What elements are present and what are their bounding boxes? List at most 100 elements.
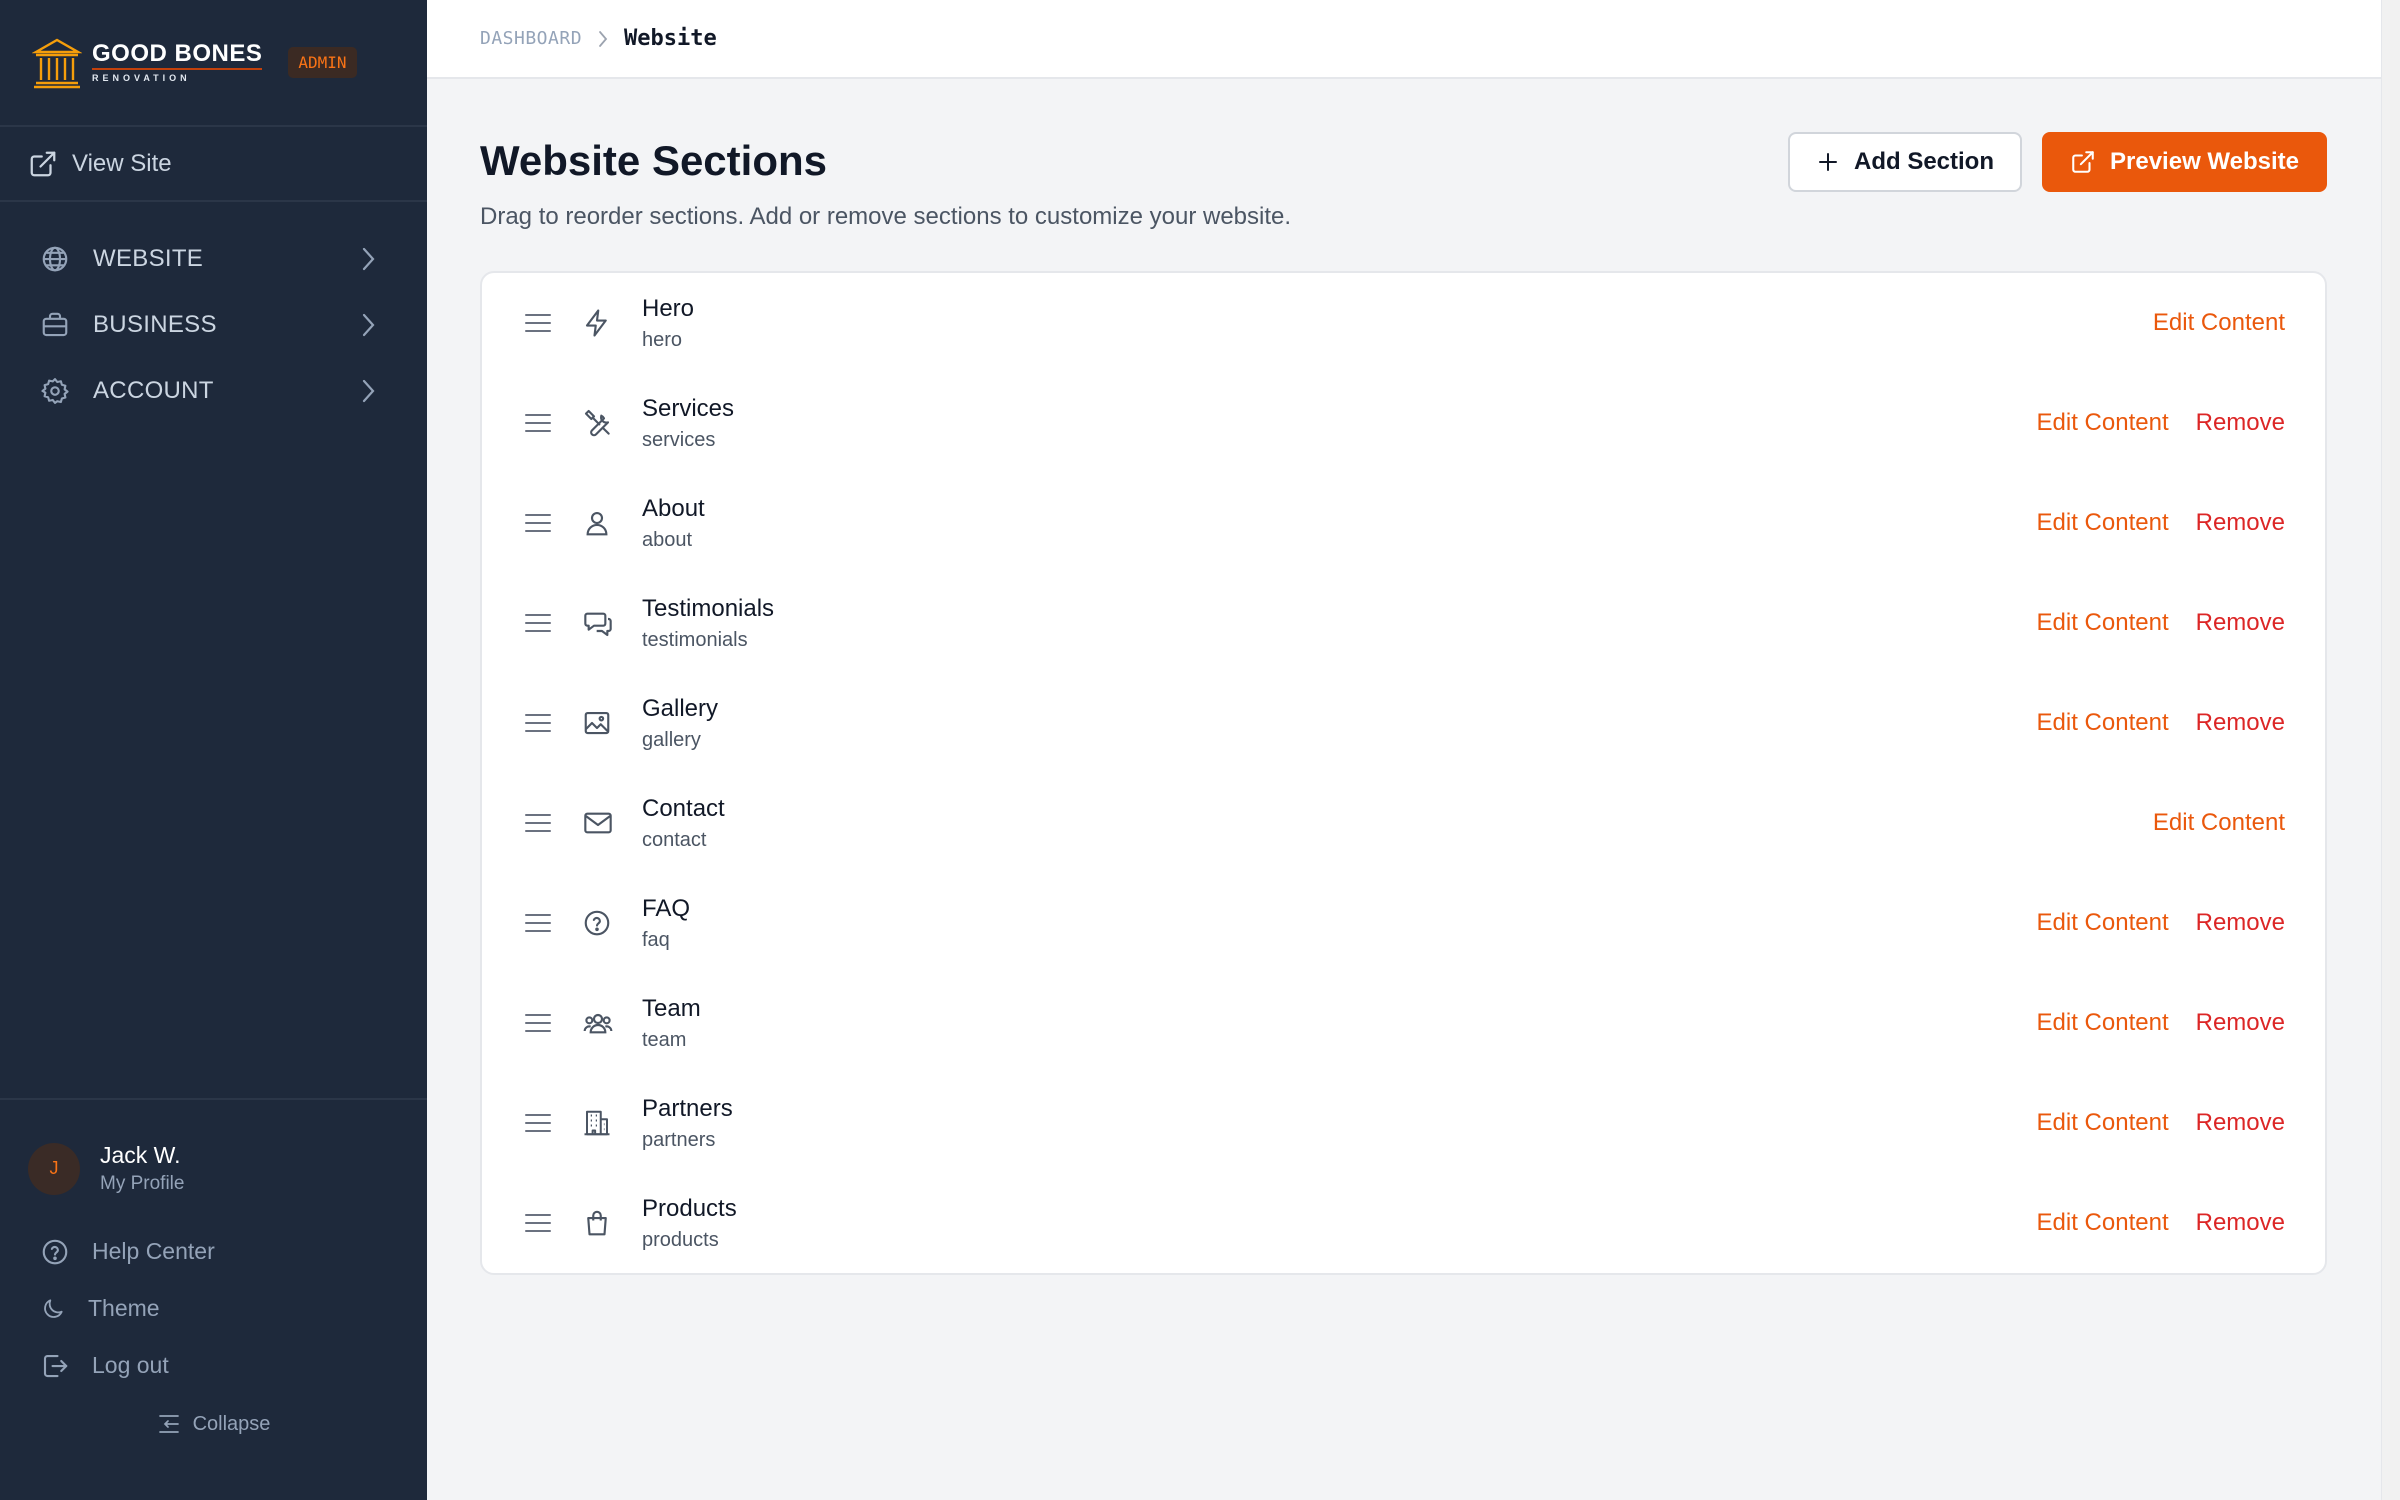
envelope-icon <box>584 812 612 834</box>
preview-website-button[interactable]: Preview Website <box>2042 132 2327 192</box>
remove-button[interactable]: Remove <box>2196 609 2285 637</box>
drag-handle-icon[interactable] <box>524 912 554 934</box>
remove-button[interactable]: Remove <box>2196 1009 2285 1037</box>
brand-subtitle: RENOVATION <box>92 73 191 83</box>
section-row-faq[interactable]: FAQ faq Edit Content Remove <box>482 873 2325 973</box>
section-key: faq <box>642 928 670 951</box>
section-row-testimonials[interactable]: Testimonials testimonials Edit Content R… <box>482 573 2325 673</box>
drag-handle-icon[interactable] <box>524 1012 554 1034</box>
brand-header: GOOD BONES RENOVATION ADMIN <box>0 0 427 127</box>
section-title: Hero <box>642 294 695 322</box>
section-key: partners <box>642 1128 716 1151</box>
drag-handle-icon[interactable] <box>524 712 554 734</box>
section-title: Contact <box>642 794 725 822</box>
section-row-hero[interactable]: Hero hero Edit Content <box>482 273 2325 373</box>
logout-button[interactable]: Log out <box>0 1337 427 1394</box>
view-site-link[interactable]: View Site <box>0 127 427 202</box>
collapse-label: Collapse <box>192 1412 271 1435</box>
drag-handle-icon[interactable] <box>524 312 554 334</box>
building-columns-icon <box>32 38 82 88</box>
collapse-sidebar-button[interactable]: Collapse <box>0 1412 427 1436</box>
sidebar-item-business[interactable]: BUSINESS <box>0 292 427 358</box>
main-content: Website Sections Drag to reorder section… <box>480 79 2327 1275</box>
theme-toggle[interactable]: Theme <box>0 1280 427 1337</box>
sidebar-item-website[interactable]: WEBSITE <box>0 226 427 292</box>
drag-handle-icon[interactable] <box>524 1112 554 1134</box>
drag-handle-icon[interactable] <box>524 1212 554 1234</box>
users-icon <box>583 1013 613 1034</box>
edit-content-button[interactable]: Edit Content <box>2037 1109 2169 1137</box>
drag-handle-icon[interactable] <box>524 612 554 634</box>
section-title: Services <box>642 394 735 422</box>
section-title: Testimonials <box>642 594 775 622</box>
page-description: Drag to reorder sections. Add or remove … <box>480 203 1292 230</box>
theme-label: Theme <box>88 1295 160 1321</box>
section-row-gallery[interactable]: Gallery gallery Edit Content Remove <box>482 673 2325 773</box>
sections-list: Hero hero Edit Content Services services… <box>480 271 2327 1275</box>
edit-content-button[interactable]: Edit Content <box>2037 509 2169 537</box>
remove-button[interactable]: Remove <box>2196 1109 2285 1137</box>
section-row-products[interactable]: Products products Edit Content Remove <box>482 1173 2325 1273</box>
breadcrumb-dashboard[interactable]: DASHBOARD <box>480 28 582 49</box>
image-icon <box>584 711 610 735</box>
remove-button[interactable]: Remove <box>2196 509 2285 537</box>
user-icon <box>586 511 608 536</box>
avatar: J <box>28 1142 80 1195</box>
profile-link[interactable]: J Jack W. My Profile <box>0 1100 427 1195</box>
sidebar: GOOD BONES RENOVATION ADMIN View Site WE… <box>0 0 427 1500</box>
help-center-link[interactable]: Help Center <box>0 1223 427 1280</box>
sidebar-item-account[interactable]: ACCOUNT <box>0 358 427 424</box>
profile-name: Jack W. <box>100 1142 181 1168</box>
edit-content-button[interactable]: Edit Content <box>2037 1209 2169 1237</box>
preview-website-label: Preview Website <box>2110 148 2299 175</box>
page-scrollbar[interactable] <box>2381 0 2400 1500</box>
sidebar-item-label: WEBSITE <box>93 245 204 272</box>
edit-content-button[interactable]: Edit Content <box>2037 609 2169 637</box>
edit-content-button[interactable]: Edit Content <box>2037 709 2169 737</box>
section-row-services[interactable]: Services services Edit Content Remove <box>482 373 2325 473</box>
plus-icon <box>1819 153 1837 171</box>
view-site-label: View Site <box>72 149 172 177</box>
lightning-icon <box>585 309 607 337</box>
section-title: Products <box>642 1194 737 1222</box>
brand-logo[interactable]: GOOD BONES RENOVATION <box>32 36 263 90</box>
remove-button[interactable]: Remove <box>2196 909 2285 937</box>
edit-content-button[interactable]: Edit Content <box>2037 409 2169 437</box>
sidebar-nav: WEBSITE BUSINESS ACCOUNT <box>0 202 427 424</box>
question-circle-icon <box>584 910 610 936</box>
edit-content-button[interactable]: Edit Content <box>2153 309 2285 337</box>
edit-content-button[interactable]: Edit Content <box>2037 1009 2169 1037</box>
remove-button[interactable]: Remove <box>2196 709 2285 737</box>
section-row-contact[interactable]: Contact contact Edit Content <box>482 773 2325 873</box>
external-link-icon <box>30 151 56 176</box>
collapse-icon <box>158 1415 179 1433</box>
section-key: contact <box>642 828 707 851</box>
sidebar-footer: J Jack W. My Profile Help Center Theme L… <box>0 1098 427 1436</box>
help-center-label: Help Center <box>92 1238 215 1264</box>
remove-button[interactable]: Remove <box>2196 1209 2285 1237</box>
tools-icon <box>584 409 610 437</box>
brand-name: GOOD BONES <box>92 42 263 70</box>
drag-handle-icon[interactable] <box>524 512 554 534</box>
remove-button[interactable]: Remove <box>2196 409 2285 437</box>
external-link-icon <box>2072 151 2094 173</box>
admin-badge: ADMIN <box>288 47 357 78</box>
breadcrumb: DASHBOARD Website <box>427 0 2381 79</box>
edit-content-button[interactable]: Edit Content <box>2037 909 2169 937</box>
section-key: products <box>642 1228 719 1251</box>
add-section-button[interactable]: Add Section <box>1788 132 2023 192</box>
section-row-team[interactable]: Team team Edit Content Remove <box>482 973 2325 1073</box>
section-row-about[interactable]: About about Edit Content Remove <box>482 473 2325 573</box>
edit-content-button[interactable]: Edit Content <box>2153 809 2285 837</box>
logout-label: Log out <box>92 1352 169 1378</box>
section-title: Partners <box>642 1094 733 1122</box>
drag-handle-icon[interactable] <box>524 412 554 434</box>
briefcase-icon <box>42 312 68 337</box>
drag-handle-icon[interactable] <box>524 812 554 834</box>
section-row-partners[interactable]: Partners partners Edit Content Remove <box>482 1073 2325 1173</box>
sidebar-item-label: BUSINESS <box>93 311 217 338</box>
globe-icon <box>42 246 68 272</box>
section-title: FAQ <box>642 894 691 922</box>
chevron-right-icon <box>362 313 375 337</box>
section-key: services <box>642 428 716 451</box>
